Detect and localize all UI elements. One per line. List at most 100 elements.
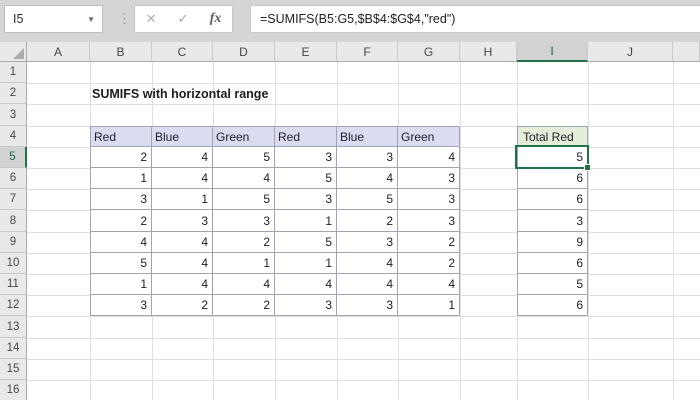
column-header-D[interactable]: D xyxy=(213,42,275,62)
cell-B5[interactable]: 2 xyxy=(90,147,152,168)
column-header-H[interactable]: H xyxy=(460,42,517,62)
gridline-horizontal xyxy=(27,316,700,317)
gridline-vertical xyxy=(460,62,461,400)
cell-I9[interactable]: 9 xyxy=(517,232,588,253)
cell-C12[interactable]: 2 xyxy=(152,295,213,316)
column-header-J[interactable]: J xyxy=(588,42,673,62)
row-header-7[interactable]: 7 xyxy=(0,189,27,210)
cell-E9[interactable]: 5 xyxy=(275,232,337,253)
cell-D7[interactable]: 5 xyxy=(213,189,275,210)
column-header-E[interactable]: E xyxy=(275,42,337,62)
cell-D12[interactable]: 2 xyxy=(213,295,275,316)
cell-G12[interactable]: 1 xyxy=(398,295,460,316)
cell-G6[interactable]: 3 xyxy=(398,168,460,189)
cell-I4[interactable]: Total Red xyxy=(517,126,588,147)
cell-I11[interactable]: 5 xyxy=(517,274,588,295)
cell-D8[interactable]: 3 xyxy=(213,210,275,232)
cell-B7[interactable]: 3 xyxy=(90,189,152,210)
cell-F4[interactable]: Blue xyxy=(337,126,398,147)
cell-C11[interactable]: 4 xyxy=(152,274,213,295)
column-header-I[interactable]: I xyxy=(517,42,588,62)
column-header-partial[interactable] xyxy=(673,42,700,62)
column-header-B[interactable]: B xyxy=(90,42,152,62)
cell-D10[interactable]: 1 xyxy=(213,253,275,274)
cell-F11[interactable]: 4 xyxy=(337,274,398,295)
column-header-C[interactable]: C xyxy=(152,42,213,62)
cell-E11[interactable]: 4 xyxy=(275,274,337,295)
column-header-G[interactable]: G xyxy=(398,42,460,62)
cell-C9[interactable]: 4 xyxy=(152,232,213,253)
cell-I6[interactable]: 6 xyxy=(517,168,588,189)
cell-I8[interactable]: 3 xyxy=(517,210,588,232)
cell-G7[interactable]: 3 xyxy=(398,189,460,210)
row-header-14[interactable]: 14 xyxy=(0,338,27,359)
cell-G4[interactable]: Green xyxy=(398,126,460,147)
gridline-horizontal xyxy=(27,380,700,381)
cell-G9[interactable]: 2 xyxy=(398,232,460,253)
cell-E4[interactable]: Red xyxy=(275,126,337,147)
column-header-A[interactable]: A xyxy=(27,42,90,62)
row-header-11[interactable]: 11 xyxy=(0,274,27,295)
column-header-F[interactable]: F xyxy=(337,42,398,62)
cell-I10[interactable]: 6 xyxy=(517,253,588,274)
gridline-vertical xyxy=(673,62,674,400)
cell-F5[interactable]: 3 xyxy=(337,147,398,168)
row-header-15[interactable]: 15 xyxy=(0,359,27,380)
row-header-3[interactable]: 3 xyxy=(0,104,27,126)
cell-D9[interactable]: 2 xyxy=(213,232,275,253)
cell-B8[interactable]: 2 xyxy=(90,210,152,232)
row-header-4[interactable]: 4 xyxy=(0,126,27,147)
row-header-9[interactable]: 9 xyxy=(0,232,27,253)
cell-D6[interactable]: 4 xyxy=(213,168,275,189)
cell-I12[interactable]: 6 xyxy=(517,295,588,316)
cell-E5[interactable]: 3 xyxy=(275,147,337,168)
cell-C7[interactable]: 1 xyxy=(152,189,213,210)
cell-I7[interactable]: 6 xyxy=(517,189,588,210)
cell-G10[interactable]: 2 xyxy=(398,253,460,274)
cell-B10[interactable]: 5 xyxy=(90,253,152,274)
row-header-13[interactable]: 13 xyxy=(0,316,27,338)
cell-C4[interactable]: Blue xyxy=(152,126,213,147)
row-header-16[interactable]: 16 xyxy=(0,380,27,400)
row-header-12[interactable]: 12 xyxy=(0,295,27,316)
cell-G5[interactable]: 4 xyxy=(398,147,460,168)
fill-handle[interactable] xyxy=(584,164,591,171)
cell-F9[interactable]: 3 xyxy=(337,232,398,253)
cell-B12[interactable]: 3 xyxy=(90,295,152,316)
cell-E7[interactable]: 3 xyxy=(275,189,337,210)
select-all-button[interactable] xyxy=(0,42,27,62)
cell-D11[interactable]: 4 xyxy=(213,274,275,295)
cell-G8[interactable]: 3 xyxy=(398,210,460,232)
excel-window: I5 ▼ ⋮ ✕ ✓ fx =SUMIFS(B5:G5,$B$4:$G$4,"r… xyxy=(0,0,700,400)
row-header-8[interactable]: 8 xyxy=(0,210,27,232)
gridline-horizontal xyxy=(27,104,700,105)
cell-B4[interactable]: Red xyxy=(90,126,152,147)
cell-F12[interactable]: 3 xyxy=(337,295,398,316)
gridline-vertical xyxy=(588,62,589,400)
cell-E8[interactable]: 1 xyxy=(275,210,337,232)
cell-E6[interactable]: 5 xyxy=(275,168,337,189)
row-header-10[interactable]: 10 xyxy=(0,253,27,274)
row-header-5[interactable]: 5 xyxy=(0,147,27,168)
cell-C6[interactable]: 4 xyxy=(152,168,213,189)
row-header-6[interactable]: 6 xyxy=(0,168,27,189)
cell-F10[interactable]: 4 xyxy=(337,253,398,274)
cell-B6[interactable]: 1 xyxy=(90,168,152,189)
cell-F8[interactable]: 2 xyxy=(337,210,398,232)
cell-B9[interactable]: 4 xyxy=(90,232,152,253)
cell-E10[interactable]: 1 xyxy=(275,253,337,274)
row-header-2[interactable]: 2 xyxy=(0,83,27,104)
cell-F6[interactable]: 4 xyxy=(337,168,398,189)
row-header-1[interactable]: 1 xyxy=(0,62,27,83)
cell-C8[interactable]: 3 xyxy=(152,210,213,232)
cell-I5[interactable]: 5 xyxy=(517,147,588,168)
select-all-triangle-icon xyxy=(13,48,24,59)
cell-C10[interactable]: 4 xyxy=(152,253,213,274)
cell-B11[interactable]: 1 xyxy=(90,274,152,295)
cell-D5[interactable]: 5 xyxy=(213,147,275,168)
cell-E12[interactable]: 3 xyxy=(275,295,337,316)
cell-D4[interactable]: Green xyxy=(213,126,275,147)
cell-C5[interactable]: 4 xyxy=(152,147,213,168)
cell-F7[interactable]: 5 xyxy=(337,189,398,210)
cell-G11[interactable]: 4 xyxy=(398,274,460,295)
